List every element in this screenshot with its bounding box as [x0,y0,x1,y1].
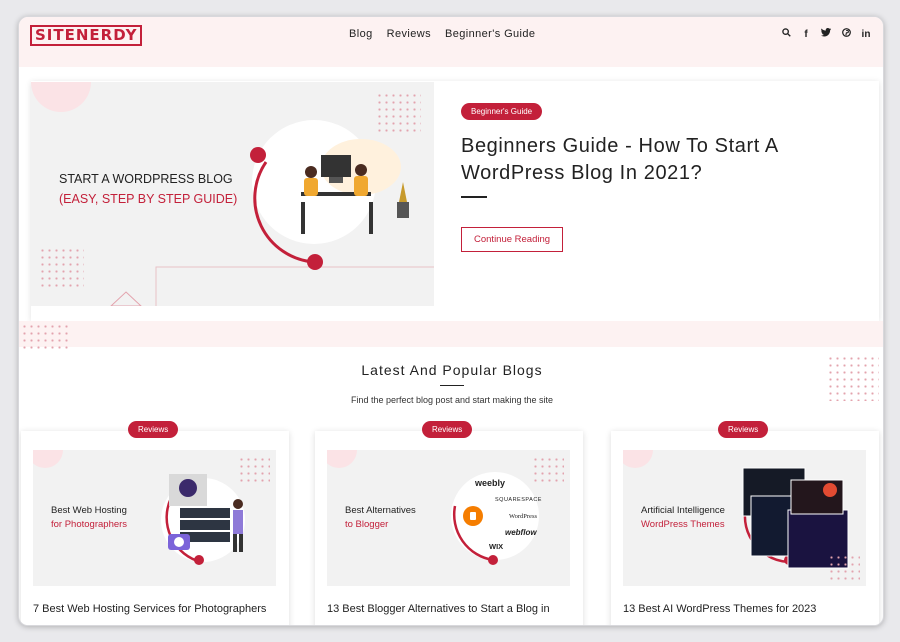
wordpress-logo: WordPress [509,513,538,520]
title-divider [461,196,487,198]
site-logo[interactable]: SITENERDY [30,25,143,46]
card-image-text: Best Web Hosting [51,505,127,516]
decor-dots [238,456,270,482]
browser-page: SITENERDY Blog Reviews Beginner's Guide … [18,16,884,626]
blog-card-title[interactable]: 7 Best Web Hosting Services for Photogra… [33,603,283,615]
header-icons: f in [781,28,871,40]
card-image-text: Best Alternatives [345,505,416,516]
blog-card[interactable]: Reviews Artificial Intelligence WordPres… [611,421,879,625]
card-image-subtext: for Photographers [51,519,128,530]
card-image-text: Artificial Intelligence [641,505,725,516]
category-badge[interactable]: Reviews [422,421,473,438]
blog-card[interactable]: Reviews Best Web Hosting for Photographe… [21,421,289,625]
decor-dots [828,554,860,580]
hero-image-subtext: (EASY, STEP BY STEP GUIDE) [59,192,238,206]
blog-card-image[interactable]: Best Web Hosting for Photographers [33,450,276,586]
nav-reviews[interactable]: Reviews [387,28,431,40]
facebook-icon[interactable]: f [801,29,811,40]
category-badge[interactable]: Reviews [718,421,769,438]
search-icon[interactable] [781,28,791,40]
wix-logo: WIX [489,542,504,551]
category-badge[interactable]: Reviews [128,421,179,438]
squarespace-logo: SQUARESPACE [495,497,542,503]
blog-card-title[interactable]: 13 Best AI WordPress Themes for 2023 [623,603,873,615]
blog-card[interactable]: Reviews Best Alternatives to Blogger wee… [315,421,583,625]
pinterest-icon[interactable] [841,28,851,40]
twitter-icon[interactable] [821,28,831,40]
weebly-logo: weebly [475,478,506,488]
decor-dots [39,247,84,287]
nav-beginners-guide[interactable]: Beginner's Guide [445,28,535,40]
site-header: SITENERDY Blog Reviews Beginner's Guide … [19,17,883,67]
featured-post: START A WORDPRESS BLOG (EASY, STEP BY ST… [31,81,879,321]
card-image-subtext: to Blogger [345,519,389,530]
decor-dots [21,323,71,353]
continue-reading-button[interactable]: Continue Reading [461,227,564,252]
category-badge[interactable]: Beginner's Guide [461,103,543,120]
section-title: Latest And Popular Blogs [361,362,543,378]
decor-dots [532,456,564,482]
card-image-subtext: WordPress Themes [641,519,725,530]
blog-card-image[interactable]: Best Alternatives to Blogger weebly SQUA… [327,450,570,586]
section-title-divider [440,385,464,386]
webflow-logo: webflow [505,528,537,537]
featured-post-title[interactable]: Beginners Guide - How To Start A WordPre… [461,133,861,187]
section-divider-band [19,321,883,353]
featured-post-image[interactable]: START A WORDPRESS BLOG (EASY, STEP BY ST… [31,82,434,306]
main-nav: Blog Reviews Beginner's Guide [349,28,549,40]
hero-image-text: START A WORDPRESS BLOG [59,172,233,186]
nav-blog[interactable]: Blog [349,28,373,40]
blog-card-title[interactable]: 13 Best Blogger Alternatives to Start a … [327,603,577,615]
decor-dots [376,92,421,132]
linkedin-icon[interactable]: in [861,29,871,40]
blog-card-image[interactable]: Artificial Intelligence WordPress Themes [623,450,866,586]
section-subtitle: Find the perfect blog post and start mak… [350,395,554,405]
featured-post-content: Beginner's Guide Beginners Guide - How T… [461,81,871,305]
